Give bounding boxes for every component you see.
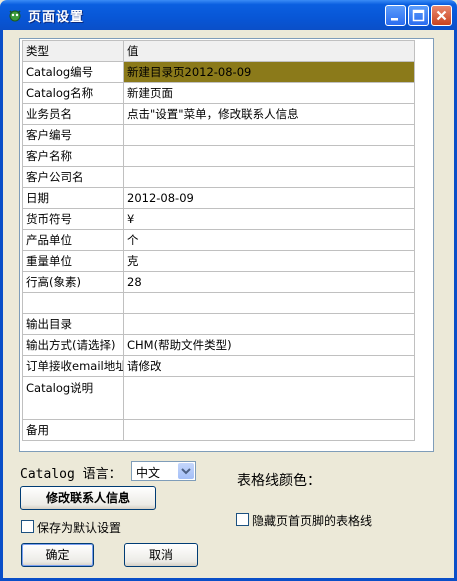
property-value-cell[interactable]: 28 [123,271,415,293]
property-value-cell[interactable] [123,376,415,420]
property-value-cell[interactable]: 点击"设置"菜单，修改联系人信息 [123,103,415,125]
language-select[interactable]: 中文 [131,461,196,481]
table-row[interactable]: Catalog说明 [22,376,415,420]
table-row[interactable]: 行高(象素) 28 [22,271,415,293]
table-row[interactable]: 日期 2012-08-09 [22,187,415,209]
grid-color-label: 表格线颜色： [237,473,321,489]
property-value-cell[interactable] [123,292,415,314]
edit-contact-button[interactable]: 修改联系人信息 [20,486,156,510]
table-row[interactable]: 输出目录 [22,313,415,335]
property-value-cell[interactable] [123,124,415,146]
save-default-label: 保存为默认设置 [37,521,122,535]
property-name-cell: 产品单位 [22,229,124,251]
grid-scroll-gutter [415,39,433,451]
property-name-cell: 输出方式(请选择) [22,334,124,356]
app-icon [7,7,23,23]
property-value-cell[interactable] [123,166,415,188]
hide-lines-label: 隐藏页首页脚的表格线 [252,514,373,528]
minimize-button[interactable] [385,5,406,26]
table-row[interactable]: 备用 [22,419,415,441]
property-value-cell[interactable]: ¥ [123,208,415,230]
property-name-cell: 业务员名 [22,103,124,125]
table-row[interactable]: Catalog名称 新建页面 [22,82,415,104]
title-bar: 页面设置 [0,0,457,30]
table-row[interactable]: Catalog编号 新建目录页2012-08-09 [22,61,415,83]
property-value-cell[interactable] [123,145,415,167]
property-value-cell[interactable]: CHM(帮助文件类型) [123,334,415,356]
property-value-cell[interactable]: 克 [123,250,415,272]
table-row[interactable]: 客户名称 [22,145,415,167]
table-row[interactable]: 客户公司名 [22,166,415,188]
language-label: Catalog 语言： [20,467,122,482]
property-name-cell: 客户名称 [22,145,124,167]
table-row[interactable]: 订单接收email地址 请修改 [22,355,415,377]
property-name-cell: 输出目录 [22,313,124,335]
table-header-row: 类型 值 [22,40,415,62]
property-value-cell[interactable] [123,419,415,441]
property-name-cell: 备用 [22,419,124,441]
properties-grid[interactable]: 类型 值 Catalog编号 新建目录页2012-08-09 Catalog名称 新建… [19,38,434,452]
property-name-cell: 日期 [22,187,124,209]
property-name-cell: 订单接收email地址 [22,355,124,377]
cancel-button[interactable]: 取消 [124,543,198,567]
hide-lines-checkbox[interactable] [236,513,249,526]
properties-table: 类型 值 Catalog编号 新建目录页2012-08-09 Catalog名称 新建… [22,40,415,441]
property-value-cell[interactable]: 个 [123,229,415,251]
property-value-cell[interactable]: 新建目录页2012-08-09 [123,61,415,83]
property-name-cell: 行高(象素) [22,271,124,293]
table-row[interactable]: 业务员名 点击"设置"菜单，修改联系人信息 [22,103,415,125]
property-value-cell[interactable]: 请修改 [123,355,415,377]
window-title: 页面设置 [28,10,85,25]
table-row[interactable]: 产品单位个 [22,229,415,251]
property-name-cell: Catalog名称 [22,82,124,104]
header-value: 值 [123,40,415,62]
ok-button[interactable]: 确定 [21,543,94,567]
property-value-cell[interactable] [123,313,415,335]
close-button[interactable] [431,5,452,26]
property-value-cell[interactable]: 新建页面 [123,82,415,104]
property-name-cell: 客户编号 [22,124,124,146]
property-value-cell[interactable]: 2012-08-09 [123,187,415,209]
language-selected-value: 中文 [136,466,161,480]
table-row[interactable] [22,292,415,314]
property-name-cell: Catalog编号 [22,61,124,83]
property-name-cell: 货币符号 [22,208,124,230]
property-name-cell: Catalog说明 [22,376,124,420]
header-type: 类型 [22,40,124,62]
property-name-cell: 重量单位 [22,250,124,272]
table-row[interactable]: 客户编号 [22,124,415,146]
table-row[interactable]: 输出方式(请选择) CHM(帮助文件类型) [22,334,415,356]
maximize-button[interactable] [408,5,429,26]
chevron-down-icon[interactable] [178,463,194,479]
table-row[interactable]: 重量单位克 [22,250,415,272]
table-row[interactable]: 货币符号 ¥ [22,208,415,230]
property-name-cell [22,292,124,314]
property-name-cell: 客户公司名 [22,166,124,188]
save-default-checkbox[interactable] [21,520,34,533]
